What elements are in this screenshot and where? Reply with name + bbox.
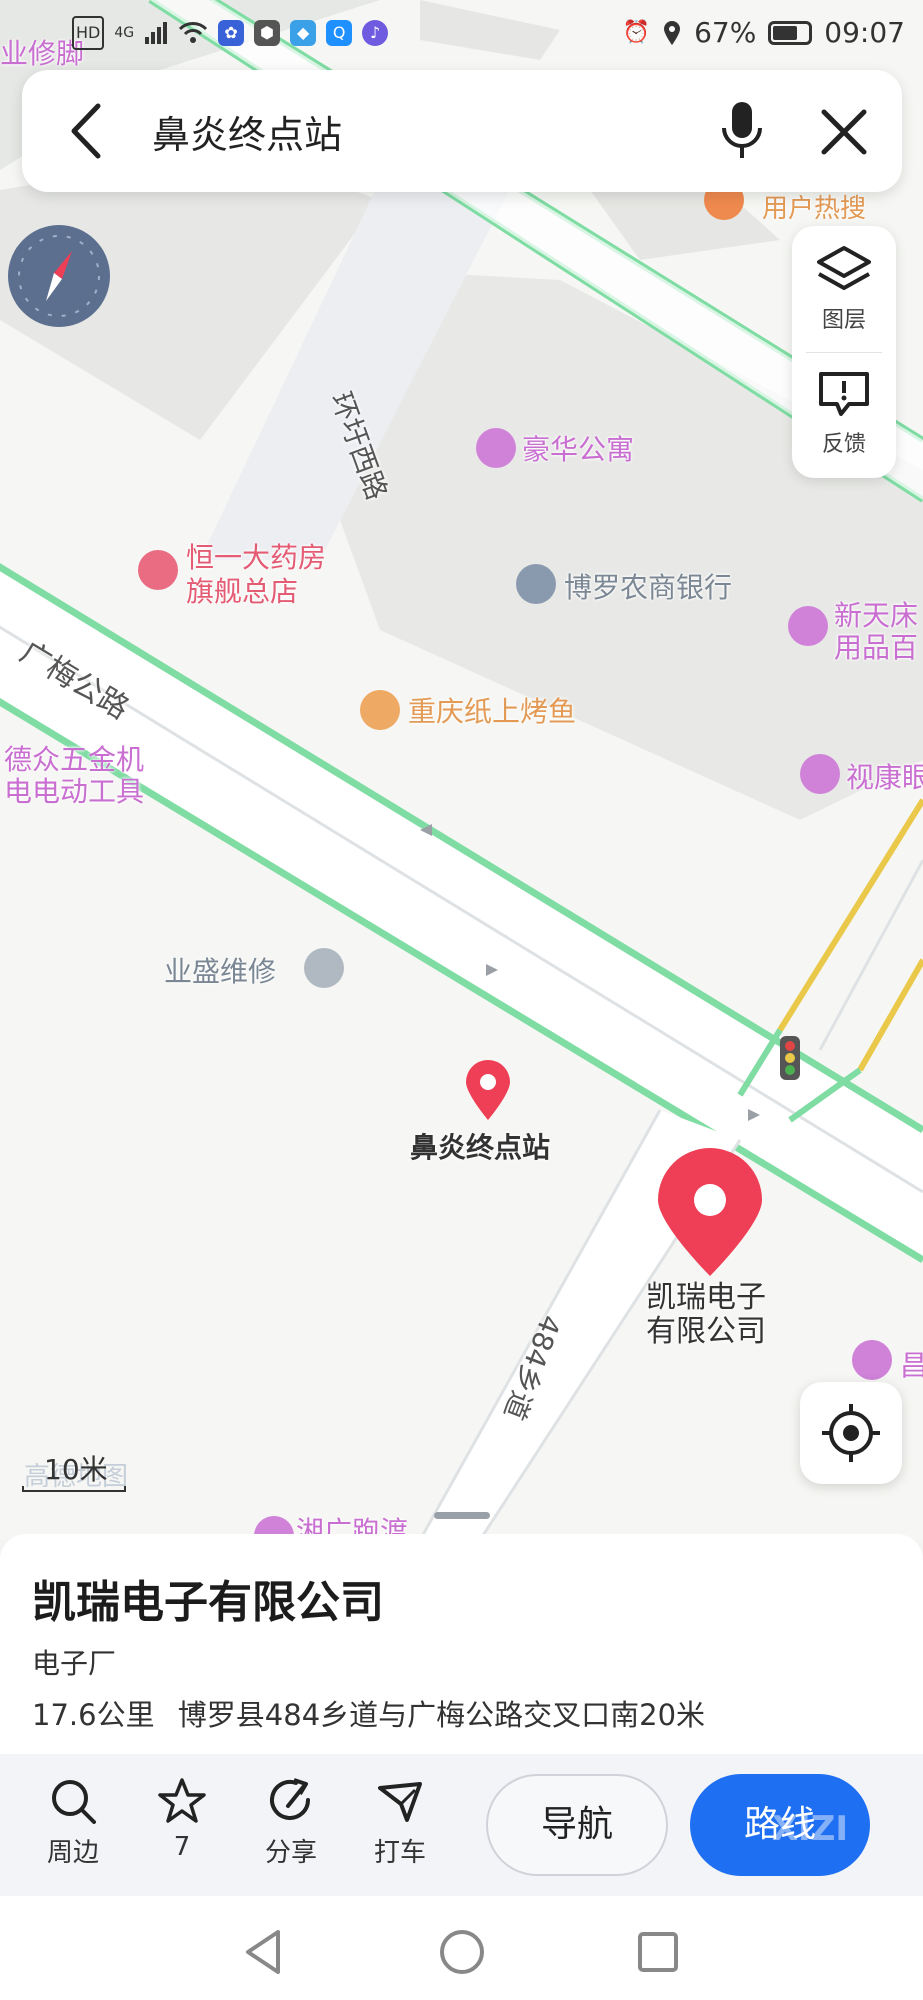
taxi-label: 打车 xyxy=(373,1838,426,1868)
feedback-label: 反馈 xyxy=(821,432,866,457)
location-icon xyxy=(664,20,681,45)
taxi-button[interactable]: 打车 xyxy=(355,1776,445,1869)
back-icon[interactable] xyxy=(58,98,118,164)
store-poi-icon[interactable] xyxy=(788,606,828,646)
place-title: 凯瑞电子有限公司 xyxy=(32,1577,384,1628)
scale-label: 10米 xyxy=(44,1453,108,1486)
pharmacy-poi-icon[interactable] xyxy=(138,550,178,590)
scale-indicator: 10米 xyxy=(22,1448,126,1492)
compass-icon[interactable] xyxy=(8,225,110,327)
signal-icon xyxy=(145,22,168,44)
marker-label[interactable]: 鼻炎终点站 xyxy=(410,1126,550,1166)
navigate-button[interactable]: 导航 xyxy=(486,1774,668,1876)
tool-divider xyxy=(806,352,882,353)
search-bar[interactable]: 鼻炎终点站 xyxy=(22,70,902,192)
taxi-icon xyxy=(378,1782,422,1822)
repair-poi-icon[interactable] xyxy=(304,948,344,988)
poi-label[interactable]: 用户热搜 xyxy=(762,188,866,225)
poi-label[interactable]: 昌 xyxy=(900,1344,923,1384)
route-button[interactable]: 路线 XIZI xyxy=(690,1774,870,1876)
mic-icon[interactable] xyxy=(712,96,772,166)
clock: 09:07 xyxy=(824,16,905,49)
nav-recents-icon[interactable] xyxy=(628,1922,688,1982)
share-label: 分享 xyxy=(264,1838,317,1868)
status-icons-right: ⏰ 67% 09:07 xyxy=(623,16,905,49)
search-app-icon: Q xyxy=(326,20,353,46)
close-icon[interactable] xyxy=(812,100,876,164)
status-bar: HD 4G ✿ ⬢ ◆ Q ♪ ⏰ 67% 09:07 xyxy=(0,0,923,70)
poi-label[interactable]: 用品百 xyxy=(834,626,918,666)
shop-poi-icon[interactable] xyxy=(852,1340,892,1380)
poi-label[interactable]: 博罗农商银行 xyxy=(564,566,732,606)
locate-icon xyxy=(822,1404,880,1462)
map-tools: 图层 反馈 xyxy=(792,226,896,478)
poi-label[interactable]: 电电动工具 xyxy=(4,770,144,810)
favorite-count: 7 xyxy=(173,1832,191,1862)
share-button[interactable]: 分享 xyxy=(246,1776,336,1869)
poi-label[interactable]: 视康眼 xyxy=(846,756,923,796)
nav-back-icon[interactable] xyxy=(234,1922,294,1982)
star-icon xyxy=(158,1778,206,1823)
map-view[interactable]: 业修脚 用户热搜 豪华公寓 恒一大药房 旗舰总店 博罗农商银行 新天床 用品百 … xyxy=(0,0,923,1540)
feedback-icon xyxy=(819,372,869,416)
layers-button[interactable]: 图层 xyxy=(792,244,896,334)
poi-label[interactable]: 业盛维修 xyxy=(164,950,276,990)
optical-poi-icon[interactable] xyxy=(800,754,840,794)
share-icon xyxy=(270,1778,310,1820)
system-nav-bar xyxy=(0,1896,923,2000)
route-watermark: XIZI xyxy=(771,1809,848,1849)
shield-icon: ⬢ xyxy=(254,20,281,46)
sheet-handle[interactable] xyxy=(434,1512,490,1519)
alarm-icon: ⏰ xyxy=(622,19,651,45)
feedback-button[interactable]: 反馈 xyxy=(792,368,896,458)
hd-icon: HD xyxy=(72,16,105,50)
hotel-poi-icon[interactable] xyxy=(476,428,516,468)
wifi-icon xyxy=(179,22,208,43)
app-icon: ◆ xyxy=(290,20,317,46)
baidu-icon: ✿ xyxy=(218,20,245,46)
selected-marker-label-line2[interactable]: 有限公司 xyxy=(646,1306,766,1350)
poi-label[interactable]: 重庆纸上烤鱼 xyxy=(408,690,576,730)
layers-label: 图层 xyxy=(821,308,866,333)
status-icons-left: HD 4G ✿ ⬢ ◆ Q ♪ xyxy=(72,16,389,50)
layers-icon xyxy=(817,246,871,290)
locate-button[interactable] xyxy=(800,1382,902,1484)
place-distance: 17.6公里 xyxy=(32,1698,155,1732)
battery-percent: 67% xyxy=(694,16,757,49)
battery-icon xyxy=(768,20,813,45)
poi-label[interactable]: 旗舰总店 xyxy=(186,570,298,610)
place-distance-address: 17.6公里 博罗县484乡道与广梅公路交叉口南20米 xyxy=(32,1692,705,1734)
search-query[interactable]: 鼻炎终点站 xyxy=(152,104,342,159)
music-icon: ♪ xyxy=(362,20,389,46)
nav-home-icon[interactable] xyxy=(432,1922,492,1982)
nearby-label: 周边 xyxy=(46,1838,99,1868)
place-address: 博罗县484乡道与广梅公路交叉口南20米 xyxy=(177,1698,706,1732)
action-bar: 周边 7 分享 打车 导航 路线 XIZI xyxy=(0,1754,923,1896)
compass-needle-icon xyxy=(18,235,100,317)
network-type-icon: 4G xyxy=(114,25,135,41)
poi-label[interactable]: 豪华公寓 xyxy=(522,428,634,468)
search-icon xyxy=(52,1780,96,1824)
favorite-button[interactable]: 7 xyxy=(137,1776,227,1862)
place-sheet[interactable]: 凯瑞电子有限公司 电子厂 17.6公里 博罗县484乡道与广梅公路交叉口南20米… xyxy=(0,1512,923,2000)
small-marker-icon[interactable] xyxy=(462,1058,514,1122)
restaurant-poi-icon[interactable] xyxy=(360,690,400,730)
scale-bar xyxy=(22,1486,126,1492)
place-category: 电子厂 xyxy=(32,1647,117,1680)
bank-poi-icon[interactable] xyxy=(516,564,556,604)
selected-marker-icon[interactable] xyxy=(654,1148,766,1278)
nearby-button[interactable]: 周边 xyxy=(28,1776,118,1869)
